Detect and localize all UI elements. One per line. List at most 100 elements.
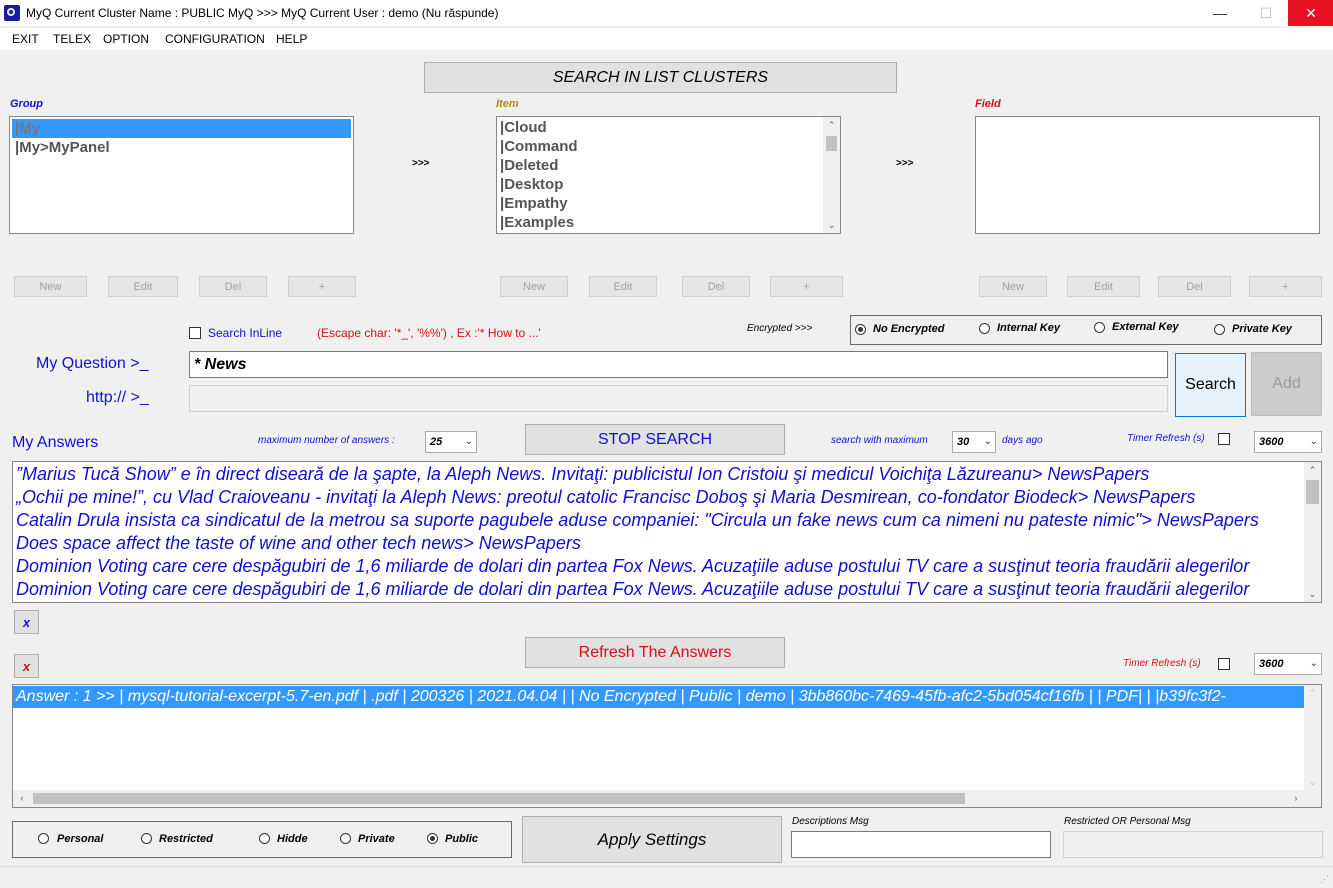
http-input[interactable] [189, 385, 1168, 412]
answers-scrollbar[interactable]: ⌃ ⌄ [1304, 462, 1321, 602]
timer-refresh-label: Timer Refresh (s) [1127, 433, 1205, 444]
timer-value: 3600 [1259, 436, 1284, 448]
radio-internal-key[interactable] [979, 323, 990, 334]
scroll-down-icon[interactable]: ⌄ [1304, 586, 1321, 602]
search-inline-checkbox[interactable] [189, 327, 201, 339]
question-label: My Question >_ [36, 355, 149, 372]
descriptions-msg-input[interactable] [791, 831, 1051, 858]
private-label: Private [358, 833, 395, 845]
detail-listbox[interactable]: Answer : 1 >> | mysql-tutorial-excerpt-5… [12, 684, 1322, 808]
stop-search-button[interactable]: STOP SEARCH [525, 424, 785, 455]
menu-configuration[interactable]: CONFIGURATION [165, 32, 265, 46]
scroll-down-icon[interactable]: ⌄ [823, 217, 840, 233]
answer-item[interactable]: Catalin Drula insista ca sindicatul de l… [13, 509, 1303, 532]
max-answers-select[interactable]: 25 ⌄ [425, 431, 477, 453]
group-item[interactable]: |My [12, 119, 351, 138]
field-plus-button[interactable]: + [1249, 276, 1322, 297]
item-entry[interactable]: |Cloud [497, 118, 840, 137]
restricted-msg-input[interactable] [1063, 831, 1323, 858]
refresh-answers-button[interactable]: Refresh The Answers [525, 637, 785, 668]
days-label: search with maximum [831, 435, 928, 446]
field-listbox[interactable] [975, 116, 1320, 234]
item-new-button[interactable]: New [500, 276, 568, 297]
answer-item[interactable]: ”Marius Tucă Show” e în direct diseară d… [13, 463, 1303, 486]
status-bar-divider [0, 866, 1333, 867]
refresh-timer-checkbox[interactable] [1218, 658, 1230, 670]
close-button[interactable]: ✕ [1288, 0, 1333, 26]
scroll-up-icon[interactable]: ⌃ [1304, 685, 1321, 701]
maximize-button[interactable]: ☐ [1243, 0, 1289, 26]
group-listbox[interactable]: |My |My>MyPanel [9, 116, 354, 234]
radio-external-key[interactable] [1094, 322, 1105, 333]
refresh-timer-select[interactable]: 3600 ⌄ [1254, 653, 1322, 675]
scroll-right-icon[interactable]: › [1289, 791, 1303, 806]
item-edit-button[interactable]: Edit [589, 276, 657, 297]
days-select[interactable]: 30 ⌄ [952, 431, 996, 453]
answers-listbox[interactable]: ”Marius Tucă Show” e în direct diseară d… [12, 461, 1322, 603]
radio-private[interactable] [340, 833, 351, 844]
question-input[interactable]: * News [189, 351, 1168, 378]
detail-vscrollbar[interactable]: ⌃ ⌄ [1304, 685, 1321, 790]
group-to-item-arrow: >>> [412, 158, 430, 169]
menu-help[interactable]: HELP [276, 32, 307, 46]
field-new-button[interactable]: New [979, 276, 1047, 297]
menu-exit[interactable]: EXIT [12, 32, 39, 46]
scroll-thumb[interactable] [826, 136, 837, 151]
menu-telex[interactable]: TELEX [53, 32, 91, 46]
detail-hscrollbar[interactable]: ‹ › [13, 790, 1321, 807]
group-new-button[interactable]: New [14, 276, 87, 297]
item-entry[interactable]: |Desktop [497, 175, 840, 194]
item-del-button[interactable]: Del [682, 276, 750, 297]
group-label: Group [10, 98, 43, 110]
public-label: Public [445, 833, 479, 845]
clear-answers-button[interactable]: x [14, 610, 39, 634]
detail-item[interactable]: Answer : 1 >> | mysql-tutorial-excerpt-5… [13, 686, 1304, 708]
answer-item[interactable]: Does space affect the taste of wine and … [13, 532, 1303, 555]
scroll-up-icon[interactable]: ⌃ [823, 117, 840, 133]
clear-detail-button[interactable]: x [14, 654, 39, 678]
apply-settings-button[interactable]: Apply Settings [522, 816, 782, 863]
answers-label: My Answers [12, 434, 99, 451]
radio-restricted[interactable] [141, 833, 152, 844]
group-del-button[interactable]: Del [199, 276, 267, 297]
field-del-button[interactable]: Del [1158, 276, 1231, 297]
scroll-up-icon[interactable]: ⌃ [1304, 462, 1321, 478]
item-entry[interactable]: |Examples [497, 213, 840, 232]
search-button[interactable]: Search [1175, 353, 1246, 417]
radio-private-key[interactable] [1214, 324, 1225, 335]
item-entry[interactable]: |Deleted [497, 156, 840, 175]
timer-select[interactable]: 3600 ⌄ [1254, 431, 1322, 453]
search-clusters-button[interactable]: SEARCH IN LIST CLUSTERS [424, 62, 897, 93]
answer-item[interactable]: Dominion Voting care cere despăgubiri de… [13, 578, 1303, 601]
item-listbox[interactable]: |Cloud |Command |Deleted |Desktop |Empat… [496, 116, 841, 234]
scroll-left-icon[interactable]: ‹ [15, 791, 29, 806]
window-title: MyQ Current Cluster Name : PUBLIC MyQ >>… [26, 6, 499, 20]
resize-grip-icon[interactable]: ⋰ [1320, 874, 1329, 885]
item-scrollbar[interactable]: ⌃ ⌄ [823, 117, 840, 233]
encrypted-label: Encrypted >>> [747, 323, 813, 334]
minimize-button[interactable]: — [1197, 0, 1243, 26]
field-edit-button[interactable]: Edit [1067, 276, 1140, 297]
group-edit-button[interactable]: Edit [108, 276, 178, 297]
radio-public[interactable] [427, 833, 438, 844]
days-suffix: days ago [1002, 435, 1043, 446]
group-item[interactable]: |My>MyPanel [12, 138, 351, 157]
chevron-down-icon: ⌄ [1309, 436, 1318, 447]
scroll-thumb[interactable] [1306, 480, 1319, 504]
add-button[interactable]: Add [1251, 352, 1322, 416]
item-plus-button[interactable]: + [770, 276, 843, 297]
menu-option[interactable]: OPTION [103, 32, 149, 46]
scroll-down-icon[interactable]: ⌄ [1304, 774, 1321, 790]
radio-hidde[interactable] [259, 833, 270, 844]
answer-item[interactable]: Dominion Voting care cere despăgubiri de… [13, 555, 1303, 578]
item-entry[interactable]: |Command [497, 137, 840, 156]
item-entry[interactable]: |Empathy [497, 194, 840, 213]
answer-item[interactable]: „Ochii pe mine!”, cu Vlad Craioveanu - i… [13, 486, 1303, 509]
group-plus-button[interactable]: + [288, 276, 356, 297]
radio-personal[interactable] [38, 833, 49, 844]
radio-no-encrypted[interactable] [855, 324, 866, 335]
timer-refresh-checkbox[interactable] [1218, 433, 1230, 445]
hscroll-thumb[interactable] [33, 793, 965, 804]
internal-key-label: Internal Key [997, 322, 1060, 334]
descriptions-msg-label: Descriptions Msg [792, 816, 869, 827]
